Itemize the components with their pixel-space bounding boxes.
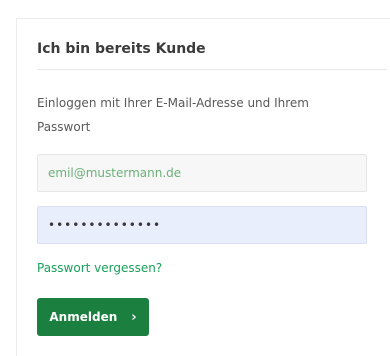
login-button-label: Anmelden: [49, 310, 118, 324]
login-button[interactable]: Anmelden ›: [37, 298, 149, 336]
email-field[interactable]: [37, 154, 367, 192]
title-divider: [37, 69, 387, 70]
login-panel: Ich bin bereits Kunde Einloggen mit Ihre…: [16, 18, 390, 356]
panel-title: Ich bin bereits Kunde: [37, 41, 206, 57]
chevron-right-icon: ›: [131, 309, 137, 325]
password-field[interactable]: [37, 206, 367, 244]
forgot-password-link[interactable]: Passwort vergessen?: [37, 261, 162, 275]
login-description: Einloggen mit Ihrer E-Mail-Adresse und I…: [37, 96, 309, 134]
